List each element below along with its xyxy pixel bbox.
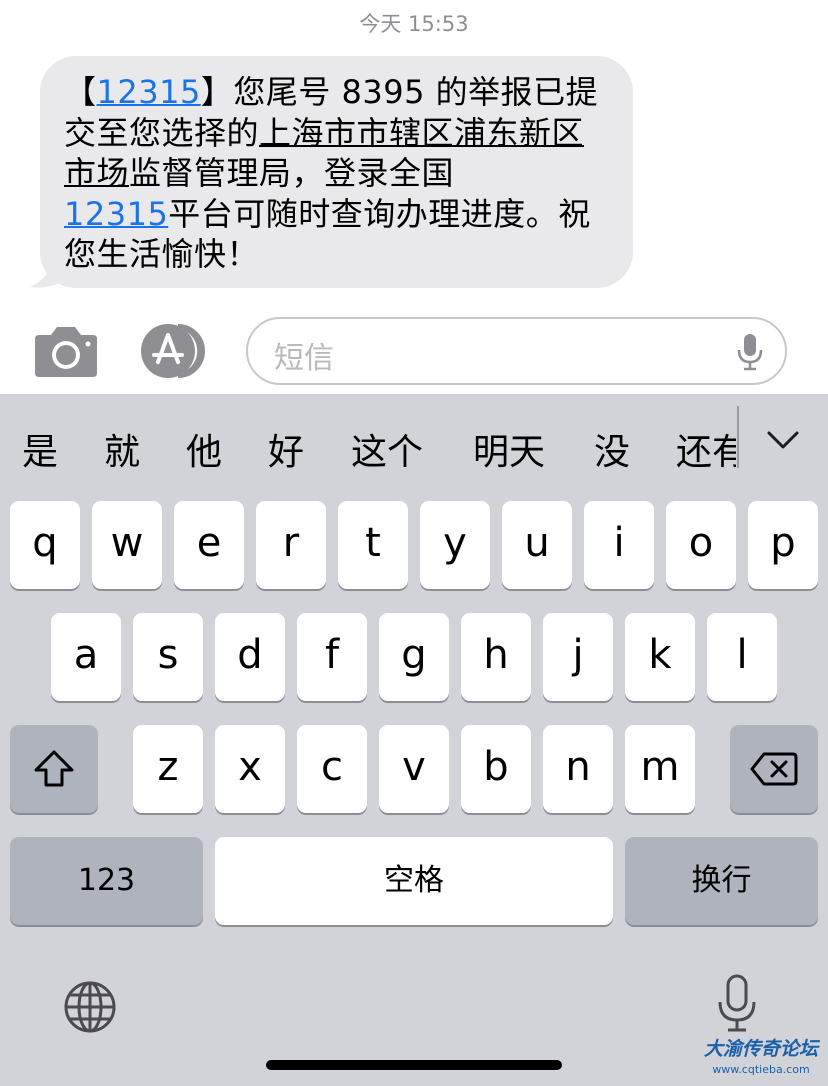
key-x[interactable]: x: [215, 725, 285, 813]
candidate-word[interactable]: 这个: [351, 423, 423, 475]
key-b[interactable]: b: [461, 725, 531, 813]
key-l[interactable]: l: [707, 613, 777, 701]
camera-icon: [35, 327, 97, 377]
key-k[interactable]: k: [625, 613, 695, 701]
camera-button[interactable]: [33, 325, 99, 377]
watermark-url: www.cqtieba.com: [712, 1063, 810, 1076]
key-n[interactable]: n: [543, 725, 613, 813]
home-indicator[interactable]: [266, 1060, 562, 1070]
key-a[interactable]: a: [51, 613, 121, 701]
candidate-word: 还有: [676, 432, 736, 473]
message-segment: 监督管理局，登录全国: [129, 154, 455, 192]
key-f[interactable]: f: [297, 613, 367, 701]
key-r[interactable]: r: [256, 501, 326, 589]
key-v[interactable]: v: [379, 725, 449, 813]
shift-key[interactable]: [10, 725, 98, 813]
key-p[interactable]: p: [748, 501, 818, 589]
candidate-word[interactable]: 是: [22, 423, 58, 475]
key-w[interactable]: w: [92, 501, 162, 589]
message-bubble: 【12315】您尾号 8395 的举报已提交至您选择的上海市市辖区浦东新区市场监…: [40, 56, 633, 288]
numbers-key[interactable]: 123: [10, 837, 203, 925]
delete-key[interactable]: [730, 725, 818, 813]
space-key[interactable]: 空格: [215, 837, 613, 925]
delete-icon: [750, 752, 798, 786]
microphone-icon[interactable]: [735, 332, 765, 372]
watermark-title: 大渝传奇论坛: [703, 1038, 818, 1060]
key-m[interactable]: m: [625, 725, 695, 813]
chevron-down-icon[interactable]: [766, 429, 800, 451]
key-d[interactable]: d: [215, 613, 285, 701]
message-text: 【12315】您尾号 8395 的举报已提交至您选择的上海市市辖区浦东新区市场监…: [64, 72, 613, 275]
compose-bar: 短信: [0, 300, 828, 394]
key-g[interactable]: g: [379, 613, 449, 701]
candidate-word[interactable]: 他: [186, 423, 222, 475]
return-key[interactable]: 换行: [625, 837, 818, 925]
phone-link[interactable]: 12315: [64, 195, 168, 233]
message-input[interactable]: 短信: [246, 317, 787, 385]
candidate-word[interactable]: 明天: [473, 423, 545, 475]
keyboard: 是 就 他 好 这个 明天 没 还有 q w e r t y u i o p a…: [0, 394, 828, 1086]
message-segment: 【: [64, 73, 97, 111]
globe-icon[interactable]: [63, 980, 117, 1034]
key-h[interactable]: h: [461, 613, 531, 701]
watermark: 大渝传奇论坛 www.cqtieba.com: [698, 1034, 824, 1082]
dictation-microphone-icon[interactable]: [716, 974, 758, 1034]
key-o[interactable]: o: [666, 501, 736, 589]
key-s[interactable]: s: [133, 613, 203, 701]
key-q[interactable]: q: [10, 501, 80, 589]
apps-button[interactable]: [138, 322, 216, 380]
candidate-word[interactable]: 就: [104, 423, 140, 475]
shift-icon: [34, 750, 74, 787]
key-e[interactable]: e: [174, 501, 244, 589]
key-c[interactable]: c: [297, 725, 367, 813]
candidate-word[interactable]: 没: [594, 423, 630, 475]
message-input-placeholder: 短信: [274, 341, 334, 376]
candidate-word-clipped[interactable]: 还有: [676, 423, 736, 475]
key-i[interactable]: i: [584, 501, 654, 589]
key-u[interactable]: u: [502, 501, 572, 589]
app-store-icon: [141, 324, 205, 378]
key-j[interactable]: j: [543, 613, 613, 701]
phone-link[interactable]: 12315: [97, 73, 201, 111]
key-z[interactable]: z: [133, 725, 203, 813]
candidate-divider: [737, 406, 739, 468]
key-t[interactable]: t: [338, 501, 408, 589]
message-timestamp: 今天 15:53: [359, 12, 469, 36]
key-y[interactable]: y: [420, 501, 490, 589]
candidate-word[interactable]: 好: [268, 423, 304, 475]
